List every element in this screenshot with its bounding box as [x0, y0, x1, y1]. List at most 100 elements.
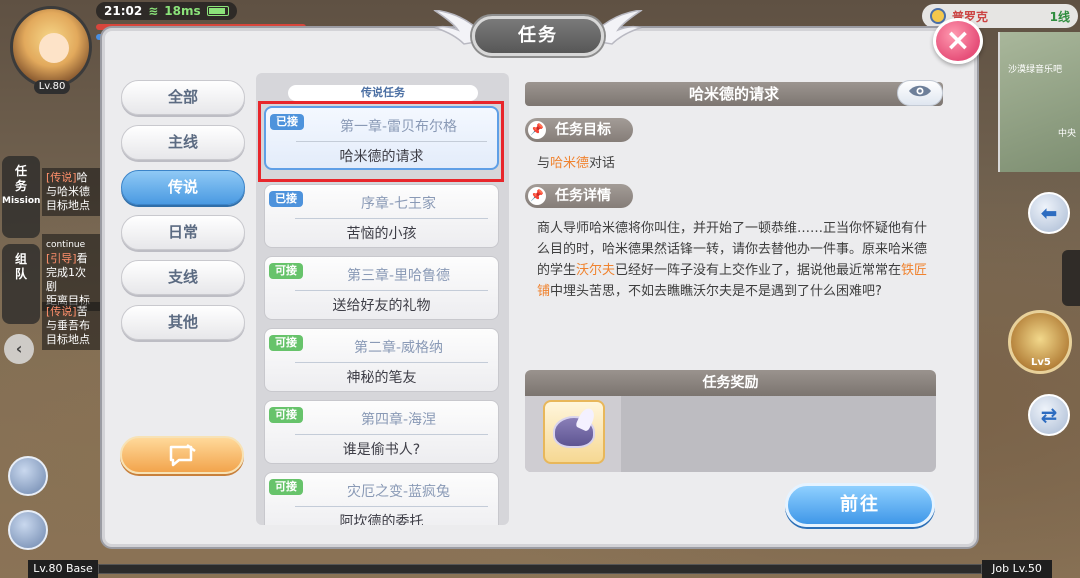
ping-text: 18ms	[164, 4, 201, 18]
goal-text: 与哈米德对话	[537, 152, 615, 171]
category-all[interactable]: 全部	[121, 80, 245, 115]
collapse-arrow-icon[interactable]: ‹	[4, 334, 34, 364]
mission-tab-char-1: 任	[14, 164, 27, 178]
chat-bubble-button[interactable]	[120, 436, 244, 474]
quest-chapter: 第四章-海涅	[360, 412, 437, 428]
divider	[295, 434, 488, 435]
chat-bubble-icon	[169, 444, 196, 467]
side-panel-tab[interactable]	[1062, 250, 1080, 306]
skill-level: Lv5	[1031, 357, 1051, 368]
team-tab-char-2: 队	[14, 267, 27, 281]
divider	[295, 506, 488, 507]
divider	[295, 290, 488, 291]
quest-tracker-item[interactable]: [传说]哈 与哈米德 目标地点	[42, 168, 100, 216]
continue-label: continue	[46, 240, 86, 250]
quest-chapter: 序章-七王家	[360, 196, 437, 212]
category-side[interactable]: 支线	[121, 260, 245, 295]
quest-tracker-line: 目标地点	[46, 199, 90, 212]
reward-area	[525, 396, 936, 472]
quest-tracker-line: 与哈米德	[46, 185, 90, 198]
quest-name: 苦恼的小孩	[346, 226, 417, 242]
player-level-badge: Lv.80	[34, 80, 70, 94]
swap-icon[interactable]: ⇄	[1028, 394, 1070, 436]
close-button[interactable]: ×	[933, 18, 983, 64]
detail-section-header: 📌 任务详情	[525, 184, 633, 208]
server-line[interactable]: 1线	[1050, 8, 1070, 25]
quest-name: 阿坎德的委托	[339, 514, 424, 525]
quest-chapter: 第三章-里哈鲁德	[346, 268, 451, 284]
quest-tracker-tag: [传说]	[46, 171, 77, 184]
headband-icon[interactable]	[543, 400, 605, 464]
quest-name: 送给好友的礼物	[332, 298, 431, 314]
detail-text-part: 已经好一阵子没有上交作业了，据说他最近常常在	[615, 263, 902, 278]
mission-tab[interactable]: 任 务 Mission	[2, 156, 40, 238]
character-icon[interactable]	[8, 456, 48, 496]
job-level-label: Job Lv.50	[982, 560, 1052, 578]
quest-chapter: 第二章-威格纳	[353, 340, 444, 356]
mission-tab-en: Mission	[2, 196, 41, 206]
avatar-face	[39, 33, 69, 63]
category-daily[interactable]: 日常	[121, 215, 245, 250]
exp-bar	[98, 564, 982, 574]
battery-icon	[206, 6, 229, 16]
quest-tracker-title: 苦	[76, 305, 88, 318]
pin-icon: 📌	[528, 121, 546, 139]
goal-header-label: 任务目标	[555, 122, 611, 138]
base-level-label: Lv.80 Base	[28, 560, 98, 578]
quest-tracker-line: 完成1次剧	[46, 266, 86, 293]
quest-card[interactable]: 可接 第二章-威格纳 神秘的笔友	[264, 328, 499, 392]
reward-slot	[525, 396, 621, 472]
quest-tracker-line: 与垂吾布	[46, 319, 90, 332]
skill-button[interactable]: Lv5	[1008, 310, 1072, 374]
selection-highlight	[258, 101, 504, 182]
reward-section-header: 任务奖励	[525, 370, 936, 396]
category-other[interactable]: 其他	[121, 305, 245, 340]
quest-card[interactable]: 已接 序章-七王家 苦恼的小孩	[264, 184, 499, 248]
quest-tracker-title: 哈	[76, 171, 88, 184]
quest-name: 神秘的笔友	[346, 370, 417, 386]
eye-icon	[909, 85, 931, 97]
minimap[interactable]	[998, 32, 1080, 172]
detail-header-label: 任务详情	[555, 188, 611, 204]
highlight-name[interactable]: 沃尔夫	[576, 263, 615, 278]
dialog-title: 任务	[472, 16, 604, 56]
quest-card[interactable]: 可接 第四章-海涅 谁是偷书人?	[264, 400, 499, 464]
status-bar: 21:02 ≋ 18ms	[96, 2, 237, 20]
goal-npc-name[interactable]: 哈米德	[550, 156, 589, 171]
back-arrow-icon[interactable]: ⬅	[1028, 192, 1070, 234]
minimap-label: 沙漠绿音乐吧	[1007, 65, 1062, 75]
eye-button[interactable]	[897, 80, 943, 106]
mission-tab-char-2: 务	[14, 179, 27, 193]
quest-list-header: 传说任务	[288, 85, 478, 101]
category-main[interactable]: 主线	[121, 125, 245, 160]
quest-tracker-item[interactable]: continue [引导]看 完成1次剧 距离目标	[42, 234, 100, 311]
quest-chapter: 灾厄之变-蓝疯兔	[346, 484, 451, 500]
divider	[295, 362, 488, 363]
go-button[interactable]: 前往	[785, 483, 935, 527]
wifi-icon: ≋	[148, 4, 159, 18]
goal-suffix: 对话	[589, 156, 616, 171]
goal-prefix: 与	[537, 156, 551, 171]
minimap-label: 中央	[1057, 129, 1076, 139]
quest-card[interactable]: 可接 第三章-里哈鲁德 送给好友的礼物	[264, 256, 499, 320]
detail-text-part: 中埋头苦思，不如去瞧瞧沃尔夫是不是遇到了什么困难吧?	[550, 284, 882, 299]
bird-icon[interactable]	[8, 510, 48, 550]
divider	[295, 218, 488, 219]
quest-name: 谁是偷书人?	[342, 442, 421, 458]
dialog-title-wrap: 任务	[432, 6, 644, 58]
team-tab-char-1: 组	[14, 252, 27, 266]
category-legend[interactable]: 传说	[121, 170, 245, 205]
quest-tracker-tag: [引导]	[46, 252, 77, 265]
pin-icon: 📌	[528, 187, 546, 205]
goal-section-header: 📌 任务目标	[525, 118, 633, 142]
quest-tracker-item[interactable]: [传说]苦 与垂吾布 目标地点	[42, 302, 100, 350]
clock-text: 21:02	[104, 4, 143, 18]
player-avatar[interactable]	[10, 6, 92, 88]
quest-tracker-tag: [传说]	[46, 305, 77, 318]
quest-detail-title: 哈米德的请求	[525, 82, 943, 106]
quest-card[interactable]: 可接 灾厄之变-蓝疯兔 阿坎德的委托	[264, 472, 499, 525]
detail-text: 商人导师哈米德将你叫住，并开始了一顿恭维……正当你怀疑他有什么目的时，哈米德果然…	[537, 218, 937, 302]
team-tab[interactable]: 组 队	[2, 244, 40, 324]
quest-detail-panel: 哈米德的请求 📌 任务目标 与哈米德对话 📌 任务详情 商人导师哈米德将你叫住，…	[525, 80, 943, 510]
quest-tracker-title: 看	[76, 252, 88, 265]
